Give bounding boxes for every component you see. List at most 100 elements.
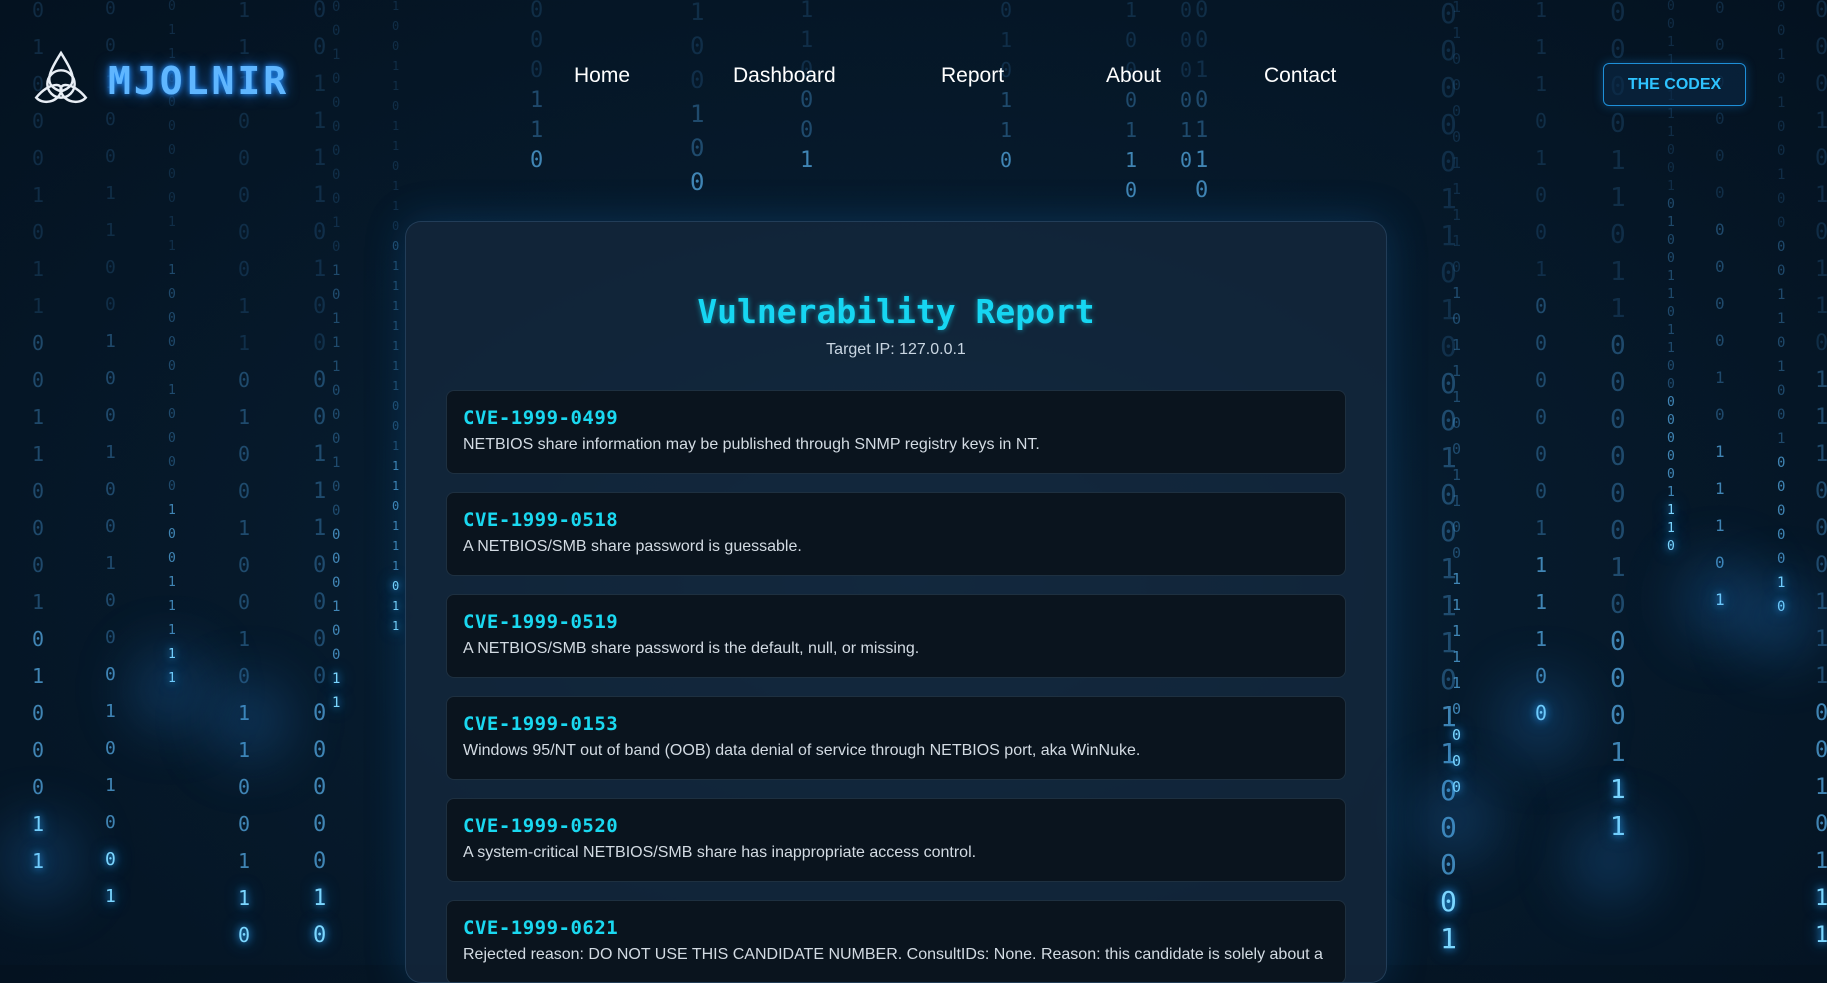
binary-digit: 0 xyxy=(32,738,45,762)
binary-digit: 0 xyxy=(1535,331,1548,355)
binary-digit: 1 xyxy=(392,439,400,453)
binary-digit: 1 xyxy=(1715,516,1725,535)
binary-digit: 0 xyxy=(238,368,251,392)
logo[interactable]: MJOLNIR xyxy=(30,48,289,114)
binary-digit: 1 xyxy=(168,263,176,278)
binary-digit: 0 xyxy=(1667,161,1675,176)
binary-digit: 1 xyxy=(1610,294,1626,324)
binary-digit: 1 xyxy=(1610,146,1626,176)
binary-digit: 0 xyxy=(313,368,327,393)
binary-digit: 1 xyxy=(1667,269,1675,284)
binary-digit: 1 xyxy=(1452,492,1462,510)
binary-digit: 0 xyxy=(168,479,176,494)
binary-digit: 0 xyxy=(332,479,341,495)
binary-digit: 0 xyxy=(392,219,400,233)
binary-digit: 0 xyxy=(332,623,341,639)
binary-digit: 0 xyxy=(1452,778,1462,796)
binary-digit: 0 xyxy=(392,419,400,433)
binary-digit: 0 xyxy=(168,191,176,206)
binary-digit: 0 xyxy=(1452,752,1462,770)
binary-digit: 1 xyxy=(1715,368,1725,387)
cve-id: CVE-1999-0153 xyxy=(463,713,619,735)
nav-report[interactable]: Report xyxy=(941,64,1004,88)
cve-card[interactable]: CVE-1999-0153 Windows 95/NT out of band … xyxy=(446,696,1346,780)
binary-digit: 0 xyxy=(105,590,116,611)
binary-digit: 0 xyxy=(1180,148,1193,172)
binary-digit: 1 xyxy=(332,455,341,471)
binary-digit: 1 xyxy=(313,886,327,911)
binary-digit: 1 xyxy=(392,519,400,533)
binary-digit: 0 xyxy=(105,664,116,685)
binary-digit: 1 xyxy=(238,331,251,355)
binary-digit: 0 xyxy=(32,553,45,577)
cve-card[interactable]: CVE-1999-0518 A NETBIOS/SMB share passwo… xyxy=(446,492,1346,576)
binary-digit: 1 xyxy=(332,311,341,327)
binary-digit: 1 xyxy=(392,319,400,333)
binary-digit: 1 xyxy=(313,479,327,504)
glow-spot xyxy=(1570,820,1650,900)
binary-digit: 1 xyxy=(32,183,45,207)
cve-description: Rejected reason: DO NOT USE THIS CANDIDA… xyxy=(463,946,1323,963)
nav-home[interactable]: Home xyxy=(574,64,630,88)
binary-digit: 0 xyxy=(1125,178,1138,202)
binary-digit: 1 xyxy=(332,599,341,615)
binary-digit: 0 xyxy=(1715,146,1725,165)
binary-digit: 0 xyxy=(238,664,251,688)
binary-digit: 0 xyxy=(1535,664,1548,688)
binary-digit: 0 xyxy=(1452,440,1462,458)
cve-card[interactable]: CVE-1999-0520 A system-critical NETBIOS/… xyxy=(446,798,1346,882)
triquetra-icon xyxy=(30,48,92,114)
binary-digit: 0 xyxy=(1610,331,1626,361)
binary-digit: 0 xyxy=(1777,527,1786,543)
binary-digit: 0 xyxy=(1777,551,1786,567)
binary-digit: 0 xyxy=(238,220,251,244)
cve-card[interactable]: CVE-1999-0519 A NETBIOS/SMB share passwo… xyxy=(446,594,1346,678)
binary-digit: 1 xyxy=(1125,148,1138,172)
cve-card[interactable]: CVE-1999-0499 NETBIOS share information … xyxy=(446,390,1346,474)
binary-digit: 0 xyxy=(313,294,327,319)
binary-digit: 0 xyxy=(1440,885,1457,918)
binary-digit: 0 xyxy=(168,335,176,350)
binary-digit: 1 xyxy=(32,812,45,836)
binary-digit: 1 xyxy=(392,279,400,293)
binary-digit: 1 xyxy=(105,220,116,241)
binary-digit: 0 xyxy=(313,775,327,800)
binary-digit: 1 xyxy=(1715,442,1725,461)
binary-digit: 0 xyxy=(1667,431,1675,446)
binary-digit: 0 xyxy=(1815,701,1827,726)
cve-card[interactable]: CVE-1999-0621 Rejected reason: DO NOT US… xyxy=(446,900,1346,982)
nav-dashboard[interactable]: Dashboard xyxy=(733,64,836,88)
binary-digit: 1 xyxy=(392,299,400,313)
cve-id: CVE-1999-0518 xyxy=(463,509,619,531)
binary-digit: 0 xyxy=(1610,405,1626,435)
cve-description: Windows 95/NT out of band (OOB) data den… xyxy=(463,742,1141,759)
binary-digit: 0 xyxy=(1715,220,1725,239)
binary-digit: 0 xyxy=(332,383,341,399)
binary-digit: 1 xyxy=(1440,589,1457,622)
binary-digit: 1 xyxy=(238,405,251,429)
binary-digit: 1 xyxy=(238,738,251,762)
binary-digit: 0 xyxy=(1667,197,1675,212)
binary-digit: 1 xyxy=(168,623,176,638)
binary-digit: 1 xyxy=(1610,775,1626,805)
binary-digit: 0 xyxy=(238,775,251,799)
binary-digit: 0 xyxy=(1452,726,1462,744)
binary-digit: 1 xyxy=(1815,664,1827,689)
binary-digit: 0 xyxy=(332,575,341,591)
binary-digit: 1 xyxy=(1815,627,1827,652)
binary-digit: 0 xyxy=(168,287,176,302)
binary-digit: 1 xyxy=(1715,479,1725,498)
glow-spot xyxy=(1415,780,1495,860)
codex-button[interactable]: THE CODEX xyxy=(1603,63,1746,106)
binary-digit: 0 xyxy=(313,331,327,356)
binary-digit: 1 xyxy=(105,701,116,722)
binary-digit: 0 xyxy=(1777,599,1786,615)
binary-digit: 0 xyxy=(332,407,341,423)
binary-digit: 0 xyxy=(332,191,341,207)
binary-digit: 0 xyxy=(1440,515,1457,548)
binary-digit: 1 xyxy=(332,359,341,375)
binary-digit: 0 xyxy=(238,257,251,281)
page-title: Vulnerability Report xyxy=(697,292,1095,331)
nav-about[interactable]: About xyxy=(1106,64,1161,88)
nav-contact[interactable]: Contact xyxy=(1264,64,1336,88)
